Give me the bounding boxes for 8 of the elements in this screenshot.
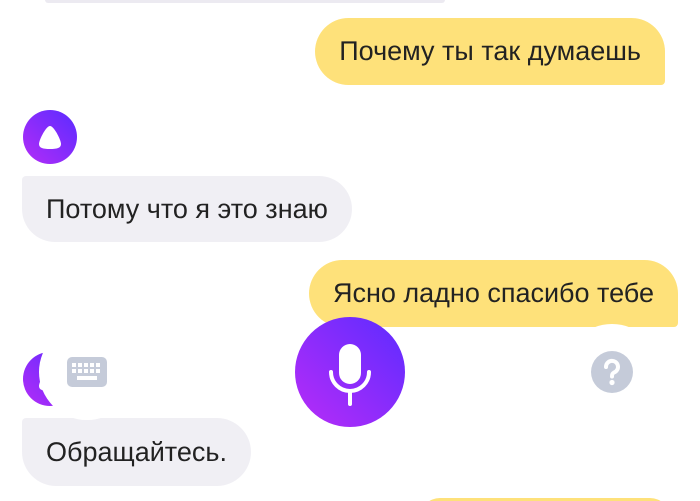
message-bubble: Обращайтесь. [22,418,251,486]
microphone-icon [328,344,372,406]
message-bubble: Ясно ладно спасибо тебе [308,260,678,327]
message-bubble: Потому что я это знаю [22,176,352,242]
keyboard-icon[interactable] [67,357,107,387]
help-icon[interactable] [591,351,633,393]
message-bubble: Почему ты так думаешь [315,18,665,85]
assistant-avatar-icon [23,110,77,164]
